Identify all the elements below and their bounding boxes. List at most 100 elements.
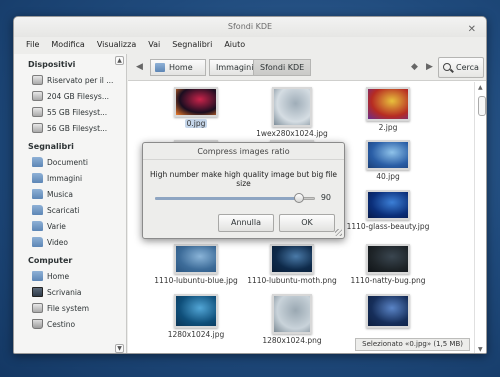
image-thumbnail [366,244,410,274]
file-name: 1110-glass-beauty.jpg [346,222,430,231]
image-thumbnail [272,87,312,127]
home-folder-icon [32,271,43,281]
menu-bookmarks[interactable]: Segnalibri [166,37,218,53]
dialog-title: Compress images ratio [143,143,344,160]
sidebar-item-images[interactable]: Immagini [14,170,126,186]
ok-button[interactable]: OK [279,214,335,232]
sidebar-item-device[interactable]: 55 GB Filesyst... [14,104,126,120]
file-item[interactable]: 2.jpg [340,87,436,132]
drive-icon [32,107,43,117]
scrollbar-thumb[interactable] [478,96,486,116]
file-name: 0.jpg [184,119,208,128]
status-bar: Selezionato «0.jpg» (1,5 MB) [355,338,470,351]
file-item[interactable]: 1110-glass-beauty.jpg [340,190,436,231]
breadcrumb-current[interactable]: Sfondi KDE [253,59,312,76]
folder-icon [32,189,43,199]
folder-icon [32,205,43,215]
sidebar-item-desktop[interactable]: Scrivania [14,284,126,300]
dialog-message: High number make high quality image but … [149,170,338,188]
slider-value: 90 [320,193,331,202]
forward-arrow-icon[interactable]: ▶ [426,62,433,72]
sidebar-item-label: Musica [47,189,73,199]
file-item[interactable]: 0.jpg [148,87,244,128]
sidebar-item-trash[interactable]: Cestino [14,316,126,332]
folder-icon [32,157,43,167]
image-thumbnail [366,190,410,220]
chevron-up-icon[interactable]: ▲ [115,56,124,65]
search-icon [443,63,451,71]
sidebar-item-label: Cestino [47,319,76,329]
image-thumbnail [366,140,410,170]
chevron-left-icon[interactable]: ◀ [136,62,143,72]
menu-go[interactable]: Vai [142,37,166,53]
menu-help[interactable]: Aiuto [218,37,251,53]
chevron-down-icon[interactable]: ▼ [478,346,483,353]
sidebar-item-music[interactable]: Musica [14,186,126,202]
folder-icon [32,221,43,231]
sidebar-item-label: Documenti [47,157,88,167]
sidebar-item-label: Immagini [47,173,83,183]
sidebar-item-misc[interactable]: Varie [14,218,126,234]
sidebar-scrollbar[interactable]: ▲ ▼ [115,54,124,353]
quality-slider[interactable] [155,193,315,203]
resize-grip[interactable] [335,229,342,236]
sidebar-item-home[interactable]: Home [14,268,126,284]
sidebar-item-label: 204 GB Filesys... [47,91,109,101]
file-item[interactable]: 1110-lubuntu-blue.jpg [148,244,244,285]
content-scrollbar[interactable]: ▼ ▲ [474,82,486,353]
computer-heading: Computer [28,256,73,265]
sidebar-item-device[interactable]: Riservato per il ... [14,72,126,88]
menu-view[interactable]: Visualizza [91,37,142,53]
sidebar-item-documents[interactable]: Documenti [14,154,126,170]
file-item[interactable]: 1280x1024.png [244,294,340,345]
file-item[interactable]: 1110-lubuntu-moth.png [244,244,340,285]
file-item[interactable]: 40.jpg [340,140,436,181]
image-thumbnail [174,244,218,274]
file-item[interactable]: 1110-natty-bug.png [340,244,436,285]
sidebar-item-label: Scaricati [47,205,80,215]
location-toolbar: ◀ Home Immagini Sfondi KDE ◆ ▶ Cerca [128,54,486,81]
breadcrumb-home[interactable]: Home [150,59,206,76]
menu-edit[interactable]: Modifica [45,37,90,53]
cancel-button[interactable]: Annulla [218,214,274,232]
file-item[interactable]: 1280x1024.jpg [148,294,244,339]
menu-file[interactable]: File [20,37,45,53]
sidebar-item-videos[interactable]: Video [14,234,126,250]
sidebar-item-label: Video [47,237,69,247]
drive-icon [32,303,43,313]
image-thumbnail [174,294,218,328]
image-thumbnail [366,87,410,121]
drive-icon [32,91,43,101]
sidebar-item-device[interactable]: 204 GB Filesys... [14,88,126,104]
window-titlebar[interactable]: Sfondi KDE ✕ [14,17,486,37]
back-arrow-icon[interactable]: ◆ [411,62,418,72]
sidebar-item-label: Riservato per il ... [47,75,114,85]
chevron-up-icon[interactable]: ▲ [478,84,483,91]
slider-handle[interactable] [294,193,304,203]
file-name: 1110-lubuntu-blue.jpg [154,276,238,285]
file-name: 1wex280x1024.jpg [256,129,328,138]
trash-icon [32,319,43,329]
search-button[interactable]: Cerca [438,57,484,78]
chevron-down-icon[interactable]: ▼ [115,344,124,353]
sidebar-item-device[interactable]: 56 GB Filesyst... [14,120,126,136]
sidebar-item-label: File system [47,303,90,313]
file-item[interactable]: 1wex280x1024.jpg [244,87,340,138]
sidebar-item-label: Varie [47,221,66,231]
file-name: 1280x1024.jpg [167,330,225,339]
breadcrumb-label: Home [169,63,193,72]
breadcrumb-label: Immagini [216,63,254,72]
sidebar-item-label: Home [47,271,70,281]
file-name: 2.jpg [378,123,398,132]
slider-fill [155,197,299,200]
desktop-icon [32,287,43,297]
file-name: 40.jpg [376,172,400,181]
breadcrumb-label: Sfondi KDE [260,63,305,72]
folder-icon [32,237,43,247]
file-item[interactable] [340,294,436,330]
search-label: Cerca [456,63,479,72]
sidebar-item-downloads[interactable]: Scaricati [14,202,126,218]
home-icon [155,63,165,72]
sidebar-item-label: Scrivania [47,287,82,297]
sidebar-item-filesystem[interactable]: File system [14,300,126,316]
